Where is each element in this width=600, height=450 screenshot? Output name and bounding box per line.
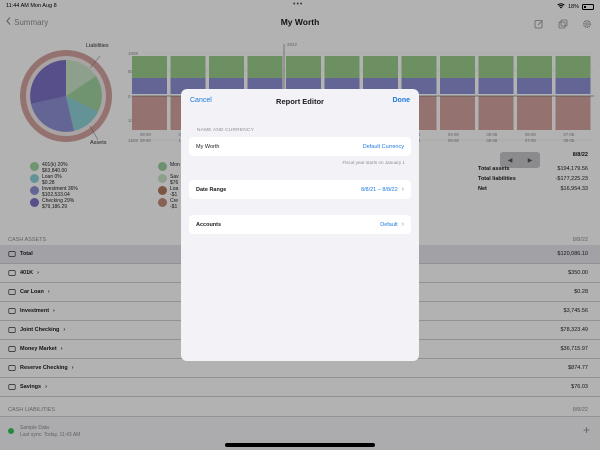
accounts-label: Accounts (196, 221, 222, 228)
date-range-label: Date Range (196, 186, 227, 193)
done-button[interactable]: Done (393, 97, 411, 104)
name-currency-section-label: NAME AND CURRENCY (197, 128, 254, 133)
chevron-right-icon: › (401, 186, 404, 193)
accounts-value: Default (380, 221, 398, 228)
fiscal-year-note: Fiscal year starts on January 1 (342, 160, 405, 165)
accounts-row[interactable]: Accounts Default › (189, 215, 411, 234)
report-name-field[interactable]: My Worth (196, 144, 219, 150)
date-range-value: 8/8/21 – 8/8/22 (360, 186, 398, 193)
name-currency-cell: My Worth Default Currency (189, 137, 411, 156)
chevron-right-icon: › (401, 221, 404, 228)
modal-header: Cancel Report Editor Done (181, 89, 419, 113)
currency-selector[interactable]: Default Currency (363, 144, 404, 150)
date-range-row[interactable]: Date Range 8/8/21 – 8/8/22 › (189, 180, 411, 199)
modal-title: Report Editor (276, 97, 324, 106)
home-indicator[interactable] (225, 443, 375, 447)
report-editor-modal: Cancel Report Editor Done NAME AND CURRE… (181, 89, 419, 361)
